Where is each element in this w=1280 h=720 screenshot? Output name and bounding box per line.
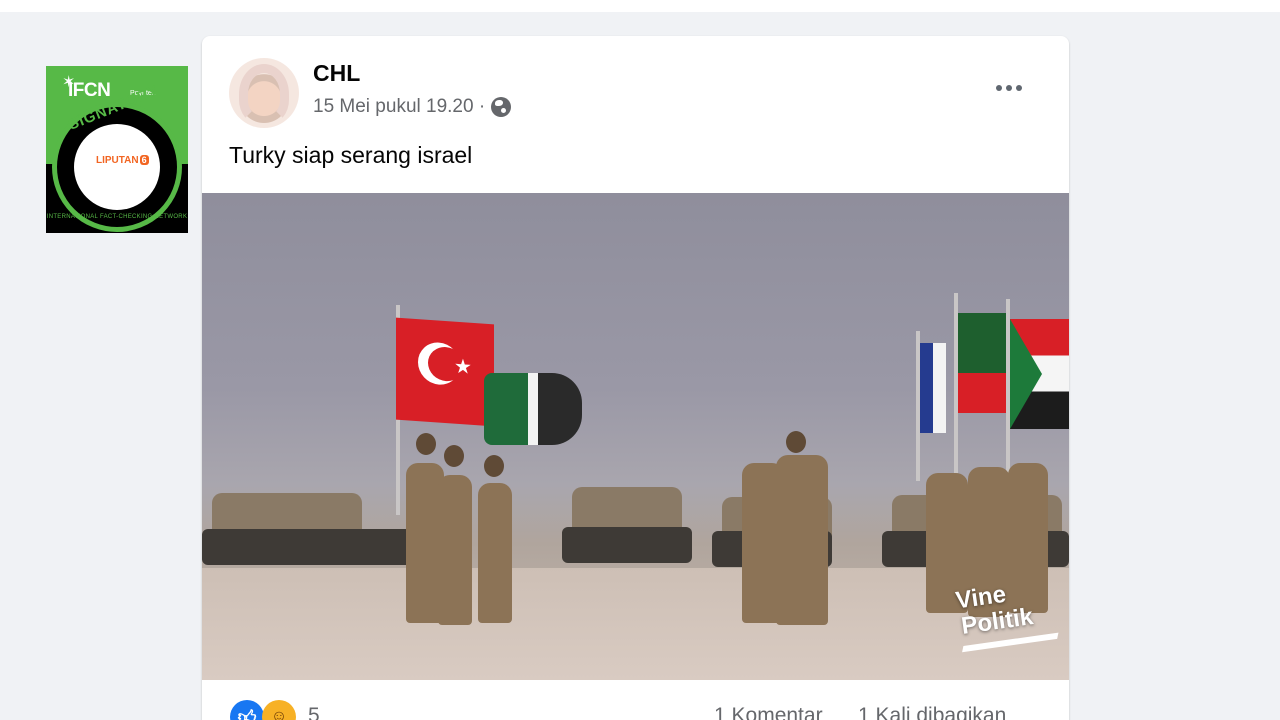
comments-count-link[interactable]: 1 Komentar xyxy=(714,704,823,720)
globe-icon[interactable] xyxy=(491,97,512,117)
turkey-flag: ★ xyxy=(396,317,494,427)
soldier-head xyxy=(444,445,464,467)
more-options-icon xyxy=(996,85,1002,91)
soldier-head xyxy=(484,455,504,477)
badge-ring-text: INTERNATIONAL FACT-CHECKING NETWORK xyxy=(46,214,188,220)
ifcn-signatory-badge: ✶ IFCN Poynter. SIGNATORY LIPUTAN 6 INTER… xyxy=(46,66,188,233)
liputan6-logo-number: 6 xyxy=(139,155,149,165)
flag-shape xyxy=(958,313,1006,413)
soldier-figure xyxy=(478,483,512,623)
tank-track-shape xyxy=(562,527,692,563)
flag-shape xyxy=(1010,319,1069,429)
liputan6-logo: LIPUTAN 6 xyxy=(96,155,149,166)
more-options-icon xyxy=(1006,85,1012,91)
post-text: Turky siap serang israel xyxy=(229,142,473,168)
soldier-figure xyxy=(776,455,828,625)
soldier-figure xyxy=(438,475,472,625)
shares-count-link[interactable]: 1 Kali dibagikan xyxy=(858,704,1006,720)
liputan6-logo-text: LIPUTAN xyxy=(96,155,139,166)
tank-track-shape xyxy=(202,529,412,565)
like-icon[interactable]: 👍︎ xyxy=(230,700,264,720)
avatar[interactable] xyxy=(229,58,299,128)
post-video[interactable]: ★ Vine Politik xyxy=(202,193,1069,680)
post-card: CHL 15 Mei pukul 19.20 · Turky siap sera… xyxy=(202,36,1069,720)
post-timestamp[interactable]: 15 Mei pukul 19.20 · xyxy=(313,96,485,118)
reaction-count[interactable]: 5 xyxy=(308,704,320,720)
care-icon[interactable]: ☺ xyxy=(262,700,296,720)
avatar-hijab-shape xyxy=(239,64,289,124)
more-options-icon xyxy=(1016,85,1022,91)
top-bar xyxy=(0,0,1280,12)
badge-inner-circle xyxy=(74,124,160,210)
vine-politik-watermark: Vine Politik xyxy=(954,574,1069,678)
green-flag xyxy=(484,373,582,445)
star-icon: ★ xyxy=(454,355,472,379)
reactions-bar: 👍︎ ☺ 5 1 Komentar 1 Kali dibagikan xyxy=(202,696,1069,720)
flag-shape xyxy=(920,343,946,433)
more-options-button[interactable] xyxy=(986,72,1032,104)
soldier-head xyxy=(416,433,436,455)
post-author-name[interactable]: CHL xyxy=(313,60,360,87)
soldier-head xyxy=(786,431,806,453)
post-meta: 15 Mei pukul 19.20 · xyxy=(313,96,512,118)
badge-title: IFCN xyxy=(68,80,111,101)
